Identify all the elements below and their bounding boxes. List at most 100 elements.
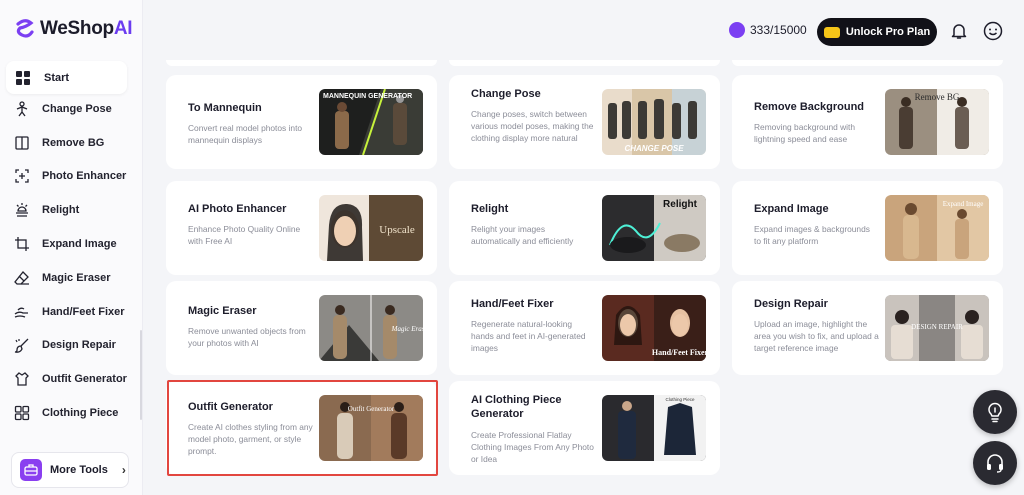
bell-icon[interactable] (950, 22, 968, 40)
tool-card-ai-photo-enhancer[interactable]: AI Photo Enhancer Enhance Photo Quality … (166, 181, 437, 275)
more-tools-label: More Tools (50, 464, 108, 476)
sidebar-item-remove-bg[interactable]: Remove BG (0, 126, 143, 160)
sidebar-item-label: Clothing Piece (42, 407, 119, 420)
card-thumbnail: Clothing Piece (602, 395, 706, 461)
card-description: Convert real model photos into mannequin… (188, 123, 303, 145)
chevron-right-icon: › (121, 463, 126, 477)
thumb-caption: DESIGN REPAIR (911, 323, 963, 331)
thumb-caption: CHANGE POSE (624, 144, 684, 153)
card-thumbnail: Upscale (319, 195, 423, 261)
unlock-pro-button[interactable]: Unlock Pro Plan (817, 18, 937, 46)
brush-icon (14, 339, 29, 354)
ideas-button[interactable] (973, 390, 1017, 434)
top-header: 333/15000 Unlock Pro Plan (143, 0, 1024, 60)
thumb-caption: Upscale (379, 224, 415, 236)
support-button[interactable] (973, 441, 1017, 485)
thumb-caption: Hand/Feet Fixer (652, 348, 706, 357)
brand-logo[interactable]: WeShopAI (14, 18, 133, 40)
sidebar-item-label: Design Repair (42, 339, 116, 352)
card-description: Enhance Photo Quality Online with Free A… (188, 224, 301, 246)
sidebar-item-photo-enhancer[interactable]: Photo Enhancer (0, 160, 143, 194)
thumb-caption: Clothing Piece (665, 397, 695, 402)
pro-badge-icon (823, 26, 840, 38)
card-thumbnail: Remove BG (885, 89, 989, 155)
card-title: AI Photo Enhancer (188, 203, 287, 215)
thumb-caption: Magic Eraser (391, 325, 423, 333)
card-thumbnail: CHANGE POSE (602, 89, 706, 155)
card-edge (449, 60, 720, 66)
eraser-icon (14, 270, 29, 285)
sidebar-item-expand-image[interactable]: Expand Image (0, 227, 143, 261)
card-thumbnail: Relight (602, 195, 706, 261)
tools-grid: To Mannequin Convert real model photos i… (143, 60, 1024, 495)
credit-coin-icon (729, 22, 745, 38)
sidebar-item-label: Remove BG (42, 136, 105, 149)
card-thumbnail: Expand Image (885, 195, 989, 261)
sidebar-item-change-pose[interactable]: Change Pose (0, 100, 143, 126)
tool-card-relight[interactable]: Relight Relight your images automaticall… (449, 181, 720, 275)
card-title: Relight (471, 203, 509, 215)
sidebar-nav[interactable]: Change Pose Remove BG Photo Enhancer Rel… (0, 100, 143, 435)
card-description: Regenerate natural-looking hands and fee… (471, 319, 586, 353)
smile-icon[interactable] (983, 21, 1003, 41)
tool-card-magic-eraser[interactable]: Magic Eraser Remove unwanted objects fro… (166, 281, 437, 375)
card-thumbnail: Hand/Feet Fixer (602, 295, 706, 361)
tool-card-hand-feet-fixer[interactable]: Hand/Feet Fixer Regenerate natural-looki… (449, 281, 720, 375)
card-description: Expand images & backgrounds to fit any p… (754, 224, 870, 246)
split-icon (15, 136, 29, 150)
clothing-icon (14, 405, 30, 421)
sidebar: WeShopAI Start Change Pose Remove BG Pho… (0, 0, 143, 495)
thumb-caption: Remove BG (915, 92, 960, 102)
sidebar-item-clothing-piece[interactable]: Clothing Piece (0, 396, 143, 430)
card-title: Remove Background (754, 101, 865, 113)
outfit-icon (15, 372, 29, 386)
brand-name: WeShopAI (40, 18, 133, 39)
card-edge (166, 60, 437, 66)
more-tools-button[interactable]: More Tools › (11, 452, 129, 488)
sidebar-item-start[interactable]: Start (6, 61, 127, 94)
sidebar-item-hand-feet-fixer[interactable]: Hand/Feet Fixer (0, 295, 143, 329)
card-thumbnail: Magic Eraser (319, 295, 423, 361)
tool-card-design-repair[interactable]: Design Repair Upload an image, highlight… (732, 281, 1003, 375)
light-icon (16, 203, 28, 217)
enhance-icon (15, 169, 29, 184)
card-thumbnail: MANNEQUIN GENERATOR (319, 89, 423, 155)
tool-card-expand-image[interactable]: Expand Image Expand images & backgrounds… (732, 181, 1003, 275)
weshop-logo-icon (16, 19, 34, 38)
tool-card-to-mannequin[interactable]: To Mannequin Convert real model photos i… (166, 75, 437, 169)
expand-icon (15, 237, 29, 252)
pose-icon (16, 101, 28, 117)
thumb-caption: Relight (663, 199, 698, 210)
card-edge (732, 60, 1003, 66)
credits-count: 333/15000 (750, 23, 807, 37)
lightbulb-icon (988, 402, 1002, 423)
sidebar-item-outfit-generator[interactable]: Outfit Generator (0, 362, 143, 396)
thumb-caption: Expand Image (943, 200, 984, 208)
tool-card-change-pose[interactable]: Change Pose Change poses, switch between… (449, 75, 720, 169)
sidebar-item-label: Magic Eraser (42, 271, 111, 284)
sidebar-item-label: Photo Enhancer (42, 170, 127, 183)
selected-card-highlight (167, 380, 438, 476)
hand-icon (14, 307, 28, 318)
sidebar-item-label: Expand Image (42, 238, 117, 251)
tool-card-ai-clothing-piece-generator[interactable]: AI Clothing Piece Generator Create Profe… (449, 381, 720, 475)
card-description: Relight your images automatically and ef… (471, 224, 574, 246)
credits-display[interactable]: 333/15000 (729, 22, 807, 38)
sidebar-item-design-repair[interactable]: Design Repair (0, 329, 143, 363)
grid-icon (16, 70, 30, 85)
sidebar-item-relight[interactable]: Relight (0, 193, 143, 227)
card-description: Change poses, switch between various mod… (471, 109, 594, 143)
headset-icon (987, 454, 1003, 473)
sidebar-item-magic-eraser[interactable]: Magic Eraser (0, 261, 143, 295)
card-description: Removing background with lightning speed… (754, 122, 856, 144)
toolbox-icon (20, 459, 42, 481)
sidebar-item-label: Hand/Feet Fixer (42, 305, 125, 318)
card-thumbnail: DESIGN REPAIR (885, 295, 989, 361)
tool-card-remove-background[interactable]: Remove Background Removing background wi… (732, 75, 1003, 169)
sidebar-item-label: Relight (42, 204, 80, 217)
sidebar-scrollbar[interactable] (140, 330, 142, 420)
card-description: Create Professional Flatlay Clothing Ima… (471, 430, 594, 464)
sidebar-item-label: Change Pose (42, 102, 112, 115)
card-title: Change Pose (471, 88, 541, 100)
card-title: To Mannequin (188, 102, 262, 114)
